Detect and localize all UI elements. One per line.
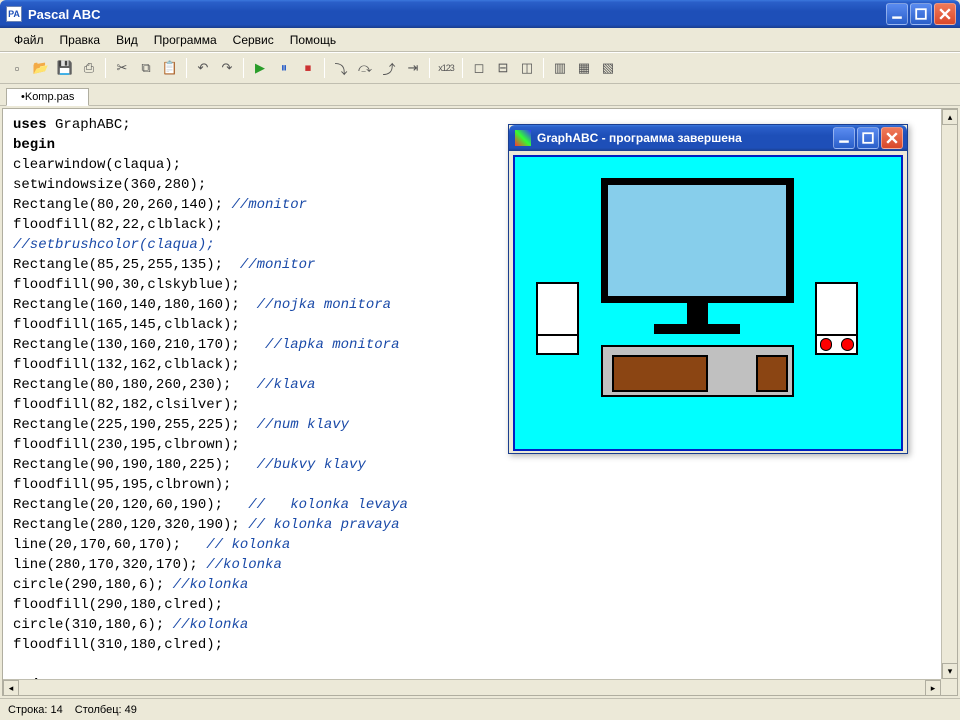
cut-button[interactable]: ✂ (111, 57, 133, 79)
vertical-scrollbar[interactable]: ▴ ▾ (941, 109, 957, 679)
toolbar-separator (105, 58, 106, 78)
toolbar-separator (186, 58, 187, 78)
shape-rect (606, 183, 788, 298)
graph-output-window[interactable]: GraphABC - программа завершена (508, 124, 908, 454)
shape-rect (654, 324, 740, 334)
toolbar-separator (429, 58, 430, 78)
status-column: Столбец: 49 (75, 704, 137, 716)
toolbar: ▫📂💾⎙ ✂⧉📋 ↶↷ ▶⏸⏹ ⤵⤼⤴⇥ x123 ◻⊟◫ ▥▦▧ (0, 52, 960, 84)
vars-button[interactable]: x123 (435, 57, 457, 79)
toolbar-separator (243, 58, 244, 78)
redo-button[interactable]: ↷ (216, 57, 238, 79)
save-all-button[interactable]: ⎙ (78, 57, 100, 79)
step-into-button[interactable]: ⤵ (330, 57, 352, 79)
open-button[interactable]: 📂 (30, 57, 52, 79)
break3-button[interactable]: ◫ (516, 57, 538, 79)
shape-rect (756, 355, 788, 392)
paste-button[interactable]: 📋 (159, 57, 181, 79)
copy-button[interactable]: ⧉ (135, 57, 157, 79)
win1-button[interactable]: ▥ (549, 57, 571, 79)
break2-button[interactable]: ⊟ (492, 57, 514, 79)
menu-service[interactable]: Сервис (225, 31, 282, 49)
editor-area: uses GraphABC; begin clearwindow(claqua)… (2, 108, 958, 696)
shape-circle (820, 338, 833, 351)
shape-line (536, 334, 579, 336)
app-title: Pascal ABC (28, 7, 101, 22)
scroll-corner (941, 679, 957, 695)
scroll-up-icon[interactable]: ▴ (942, 109, 958, 125)
graph-maximize-button[interactable] (857, 127, 879, 149)
menu-help[interactable]: Помощь (282, 31, 344, 49)
minimize-button[interactable] (886, 3, 908, 25)
scroll-right-icon[interactable]: ▸ (925, 680, 941, 696)
status-line: Строка: 14 (8, 704, 63, 716)
graph-title: GraphABC - программа завершена (537, 131, 742, 145)
step-out-button[interactable]: ⤴ (378, 57, 400, 79)
close-button[interactable] (934, 3, 956, 25)
menubar: Файл Правка Вид Программа Сервис Помощь (0, 28, 960, 52)
shape-line (815, 334, 858, 336)
scroll-down-icon[interactable]: ▾ (942, 663, 958, 679)
toolbar-separator (543, 58, 544, 78)
toolbar-separator (462, 58, 463, 78)
run-to-button[interactable]: ⇥ (402, 57, 424, 79)
graph-app-icon (515, 130, 531, 146)
win3-button[interactable]: ▧ (597, 57, 619, 79)
step-over-button[interactable]: ⤼ (354, 57, 376, 79)
save-button[interactable]: 💾 (54, 57, 76, 79)
graph-canvas (513, 155, 903, 451)
horizontal-scrollbar[interactable]: ◂ ▸ (3, 679, 941, 695)
graph-close-button[interactable] (881, 127, 903, 149)
scroll-left-icon[interactable]: ◂ (3, 680, 19, 696)
undo-button[interactable]: ↶ (192, 57, 214, 79)
app-window: PA Pascal ABC Файл Правка Вид Программа … (0, 0, 960, 720)
tab-strip: •Komp.pas (0, 84, 960, 106)
stop-button[interactable]: ⏹ (297, 57, 319, 79)
menu-view[interactable]: Вид (108, 31, 146, 49)
menu-program[interactable]: Программа (146, 31, 225, 49)
maximize-button[interactable] (910, 3, 932, 25)
menu-file[interactable]: Файл (6, 31, 52, 49)
shape-circle (841, 338, 854, 351)
pause-button[interactable]: ⏸ (273, 57, 295, 79)
shape-rect (612, 355, 709, 392)
win2-button[interactable]: ▦ (573, 57, 595, 79)
graph-titlebar[interactable]: GraphABC - программа завершена (509, 125, 907, 151)
shape-rect (687, 303, 708, 324)
graph-minimize-button[interactable] (833, 127, 855, 149)
menu-edit[interactable]: Правка (52, 31, 109, 49)
run-button[interactable]: ▶ (249, 57, 271, 79)
tab-komp[interactable]: •Komp.pas (6, 88, 89, 106)
new-button[interactable]: ▫ (6, 57, 28, 79)
app-icon: PA (6, 6, 22, 22)
main-titlebar[interactable]: PA Pascal ABC (0, 0, 960, 28)
statusbar: Строка: 14 Столбец: 49 (0, 698, 960, 720)
shape-rect (536, 282, 579, 355)
break1-button[interactable]: ◻ (468, 57, 490, 79)
toolbar-separator (324, 58, 325, 78)
